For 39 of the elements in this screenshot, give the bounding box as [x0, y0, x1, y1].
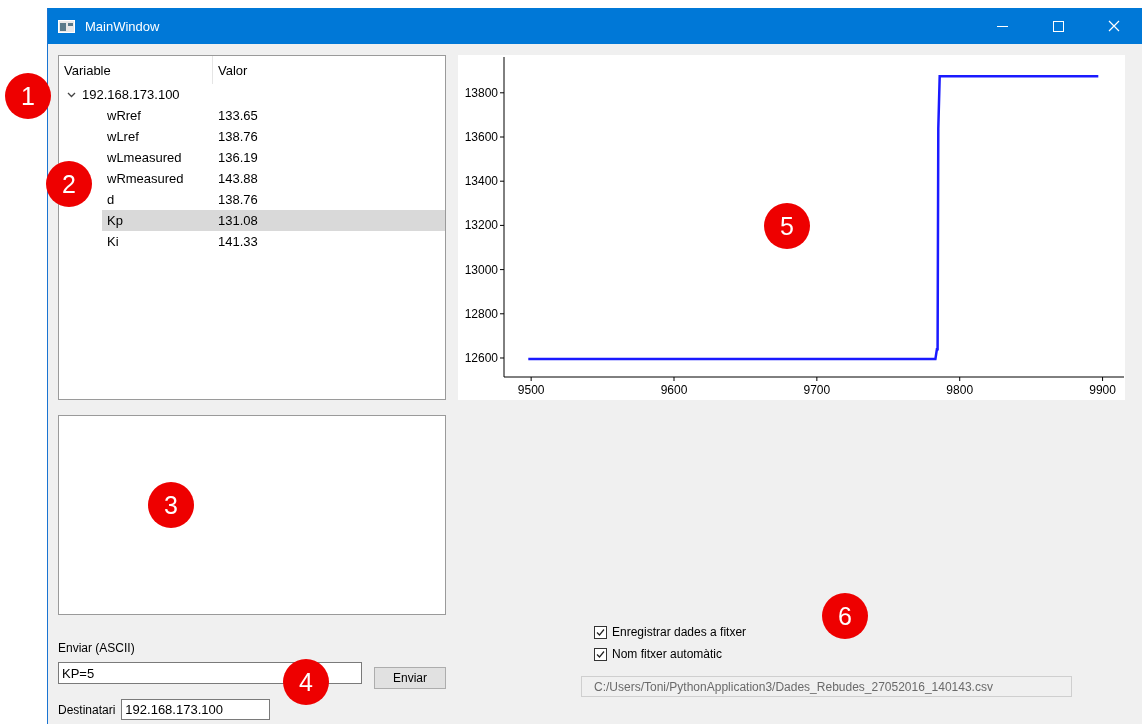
tree-row[interactable]: wLmeasured 136.19: [102, 147, 445, 168]
column-header[interactable]: Variable: [59, 56, 213, 84]
send-button[interactable]: Enviar: [373, 667, 446, 689]
tree-row[interactable]: Kp 131.08: [102, 210, 445, 231]
x-tick-label: 9800: [946, 383, 974, 397]
y-tick-label: 12800: [464, 306, 498, 321]
tree-row[interactable]: d 138.76: [102, 189, 445, 210]
x-tick-label: 9900: [1089, 383, 1116, 397]
window-icon: [58, 19, 75, 33]
checkbox-label[interactable]: Nom fitxer automàtic: [612, 647, 723, 661]
recipient-label: Destinatari: [58, 702, 116, 717]
x-tick-label: 9700: [803, 383, 831, 397]
checkbox[interactable]: [594, 647, 607, 661]
y-tick-label: 13600: [464, 130, 498, 144]
checkbox-label[interactable]: Enregistrar dades a fitxer: [612, 625, 747, 639]
y-tick-label: 13400: [464, 174, 498, 189]
log-text-area[interactable]: [58, 415, 446, 615]
checkmark-icon: [596, 649, 605, 659]
tree-node-label[interactable]: 192.168.173.100: [82, 87, 180, 102]
checkbox[interactable]: [594, 625, 607, 639]
tree-row[interactable]: wLref 138.76: [102, 126, 445, 147]
y-tick-label: 13800: [464, 85, 498, 100]
y-tick-label: 12600: [464, 351, 498, 365]
tree-row[interactable]: Ki 141.33: [102, 231, 445, 252]
y-tick-label: 13000: [464, 262, 498, 277]
send-label: Enviar (ASCII): [58, 641, 136, 655]
tree-row[interactable]: wRmeasured 143.88: [102, 168, 445, 189]
tree-row[interactable]: wRref 133.65: [102, 105, 445, 126]
x-tick-label: 9600: [660, 383, 688, 397]
column-header[interactable]: Valor: [213, 56, 445, 84]
close-icon: [1108, 20, 1120, 32]
window-title: MainWindow: [85, 18, 160, 34]
recipient-input[interactable]: 192.168.173.100: [121, 699, 271, 720]
y-tick-label: 13200: [464, 218, 498, 233]
chevron-down-icon[interactable]: [67, 90, 76, 99]
x-tick-label: 9500: [517, 383, 545, 397]
maximize-icon: [1052, 20, 1064, 32]
number-badge: 1: [5, 73, 51, 119]
checkmark-icon: [596, 627, 605, 637]
